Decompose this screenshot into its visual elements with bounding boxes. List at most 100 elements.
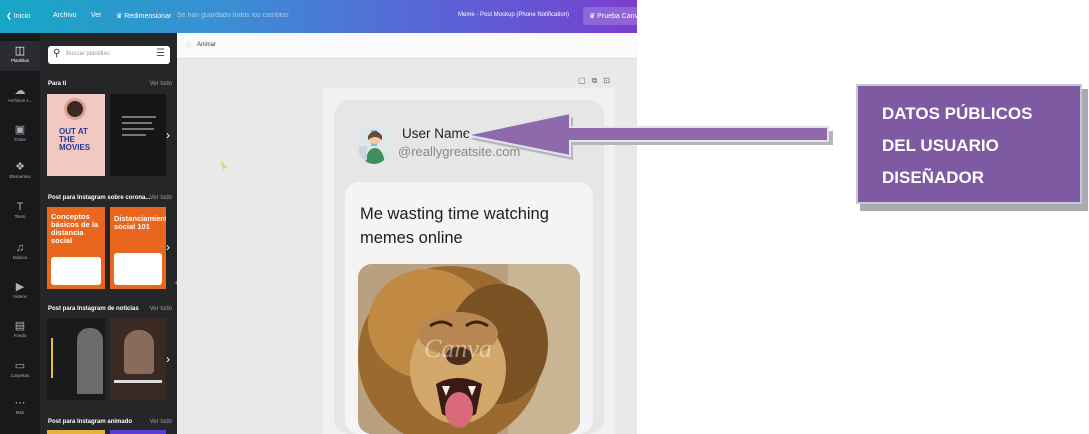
template-icon: ◫ bbox=[14, 45, 26, 57]
section-title: Post para Instagram sobre corona... bbox=[48, 195, 151, 201]
home-button[interactable]: ❮ Inicio bbox=[6, 12, 30, 20]
section-title: Para ti bbox=[48, 81, 67, 87]
background-icon: ▤ bbox=[14, 320, 26, 332]
search-placeholder: Buscar plantillas bbox=[66, 51, 110, 57]
add-page-icon[interactable]: ⊡ bbox=[603, 76, 616, 85]
sidebar-item-videos[interactable]: ▶ Videos bbox=[0, 281, 40, 300]
chevron-right-icon[interactable]: › bbox=[166, 240, 170, 254]
template-thumbnail[interactable] bbox=[110, 318, 166, 400]
canva-watermark: Canva bbox=[424, 334, 492, 363]
save-status: Se han guardado todos los cambios bbox=[177, 12, 289, 19]
page-tools: ▢⧉⊡ bbox=[578, 76, 616, 86]
section-header: Para ti Ver todo bbox=[48, 81, 172, 87]
more-icon: ⋯ bbox=[14, 397, 26, 409]
template-thumbnail[interactable] bbox=[47, 430, 105, 434]
thumbnail-illustration bbox=[114, 253, 162, 285]
sidebar-item-label: Fotos bbox=[14, 137, 26, 142]
animate-icon[interactable]: ◌ bbox=[186, 40, 191, 49]
photo-icon: ▣ bbox=[14, 124, 26, 136]
sidebar-item-templates[interactable]: ◫ Plantillas bbox=[0, 41, 40, 71]
thumbnail-text-line bbox=[122, 128, 154, 130]
thumbnail-portrait bbox=[77, 328, 103, 394]
callout-line: DEL USUARIO bbox=[882, 136, 999, 155]
sidebar-item-uploads[interactable]: ☁ Archivos s... bbox=[0, 85, 40, 104]
callout-line: DISEÑADOR bbox=[882, 168, 985, 187]
section-header: Post para Instagram animado Ver todo bbox=[48, 419, 172, 425]
sidebar-item-label: Más bbox=[15, 410, 25, 415]
annotation-callout: DATOS PÚBLICOS DEL USUARIO DISEÑADOR bbox=[856, 84, 1088, 211]
top-bar: ❮ Inicio Archivo Ver ♛ Redimensionar Se … bbox=[0, 0, 637, 33]
template-thumbnail[interactable]: Distanciamiento social 101 bbox=[110, 207, 166, 289]
elements-icon: ❖ bbox=[15, 161, 25, 173]
notes-icon[interactable]: ▢ bbox=[578, 76, 592, 85]
view-menu[interactable]: Ver bbox=[91, 12, 102, 19]
folder-icon: ▭ bbox=[14, 360, 26, 372]
section-title: Post para Instagram animado bbox=[48, 419, 133, 425]
screenshot-stage: ❮ Inicio Archivo Ver ♛ Redimensionar Se … bbox=[0, 0, 1089, 434]
chevron-right-icon[interactable]: › bbox=[166, 128, 170, 142]
chevron-right-icon[interactable]: › bbox=[166, 352, 170, 366]
thumbnail-text-line bbox=[122, 134, 146, 136]
sidebar-item-music[interactable]: ♫ Música bbox=[0, 242, 40, 261]
thumbnail-text-line bbox=[114, 380, 162, 383]
left-sidebar: ◫ Plantillas ☁ Archivos s... ▣ Fotos ❖ E… bbox=[0, 33, 40, 434]
template-thumbnail[interactable]: OUT AT THE MOVIES bbox=[47, 94, 105, 176]
search-icon: ⚲ bbox=[53, 48, 61, 59]
upload-icon: ☁ bbox=[14, 85, 26, 97]
sidebar-item-text[interactable]: T Texto bbox=[0, 201, 40, 220]
sidebar-item-label: Carpetas bbox=[10, 373, 30, 378]
sidebar-item-label: Elementos bbox=[9, 174, 31, 179]
canva-pro-trial-button[interactable]: ♛ Prueba Canva Pro bbox=[583, 7, 637, 25]
music-icon: ♫ bbox=[15, 242, 25, 254]
video-icon: ▶ bbox=[15, 281, 25, 293]
callout-line: DATOS PÚBLICOS bbox=[882, 104, 1033, 123]
post-caption[interactable]: Me wasting time watching memes online bbox=[360, 202, 584, 250]
duplicate-page-icon[interactable]: ⧉ bbox=[592, 76, 604, 85]
sidebar-item-folders[interactable]: ▭ Carpetas bbox=[0, 360, 40, 379]
animate-button[interactable]: Animar bbox=[197, 42, 216, 48]
section-title: Post para Instagram de noticias bbox=[48, 306, 139, 312]
lion-meme-image[interactable]: Canva bbox=[358, 264, 580, 434]
user-avatar-illustration bbox=[357, 124, 391, 164]
section-header: Post para Instagram de noticias Ver todo bbox=[48, 306, 172, 312]
template-thumbnail[interactable] bbox=[110, 430, 166, 434]
avatar[interactable] bbox=[357, 124, 391, 164]
user-name[interactable]: User Name bbox=[402, 126, 470, 141]
document-title[interactable]: Meme - Post Mockup (Phone Notification) bbox=[458, 12, 569, 18]
template-thumbnail[interactable] bbox=[110, 94, 166, 176]
template-thumbnail-text: Distanciamiento social 101 bbox=[114, 214, 166, 231]
resize-button[interactable]: ♛ Redimensionar bbox=[116, 12, 171, 20]
see-all-link[interactable]: Ver todo bbox=[150, 419, 172, 425]
text-icon: T bbox=[16, 201, 24, 213]
thumbnail-illustration bbox=[51, 257, 101, 285]
sidebar-item-label: Texto bbox=[14, 214, 26, 219]
sidebar-item-elements[interactable]: ❖ Elementos bbox=[0, 161, 40, 180]
see-all-link[interactable]: Ver todo bbox=[150, 81, 172, 87]
template-thumbnail-text: Conceptos básicos de la distancia social bbox=[51, 212, 99, 245]
see-all-link[interactable]: Ver todo bbox=[150, 306, 172, 312]
sidebar-item-photos[interactable]: ▣ Fotos bbox=[0, 124, 40, 143]
sidebar-item-label: Archivos s... bbox=[7, 98, 33, 103]
template-search-input[interactable]: ⚲ Buscar plantillas ☰ bbox=[48, 46, 170, 64]
film-reel-icon bbox=[64, 98, 86, 120]
thumbnail-text-line bbox=[122, 116, 156, 118]
sidebar-item-label: Videos bbox=[13, 294, 27, 299]
sidebar-item-background[interactable]: ▤ Fondo bbox=[0, 320, 40, 339]
template-thumbnail[interactable] bbox=[47, 318, 105, 400]
see-all-link[interactable]: Ver todo bbox=[150, 195, 172, 201]
sidebar-item-label: Música bbox=[12, 255, 28, 260]
thumbnail-text-block bbox=[51, 338, 73, 378]
sidebar-item-label: Plantillas bbox=[10, 58, 29, 63]
section-header: Post para Instagram sobre corona... Ver … bbox=[48, 195, 172, 201]
file-menu[interactable]: Archivo bbox=[53, 12, 76, 19]
template-thumbnail-text: OUT AT THE MOVIES bbox=[59, 127, 91, 152]
canva-editor: ❮ Inicio Archivo Ver ♛ Redimensionar Se … bbox=[0, 0, 637, 434]
canvas-toolbar: ◌ Animar bbox=[177, 33, 637, 59]
template-thumbnail[interactable]: Conceptos básicos de la distancia social bbox=[47, 207, 105, 289]
sidebar-item-more[interactable]: ⋯ Más bbox=[0, 397, 40, 416]
filter-icon[interactable]: ☰ bbox=[156, 48, 165, 59]
annotation-arrow bbox=[465, 112, 833, 160]
thumbnail-text-line bbox=[122, 122, 152, 124]
sidebar-item-label: Fondo bbox=[13, 333, 27, 338]
thumbnail-portrait bbox=[124, 330, 154, 374]
